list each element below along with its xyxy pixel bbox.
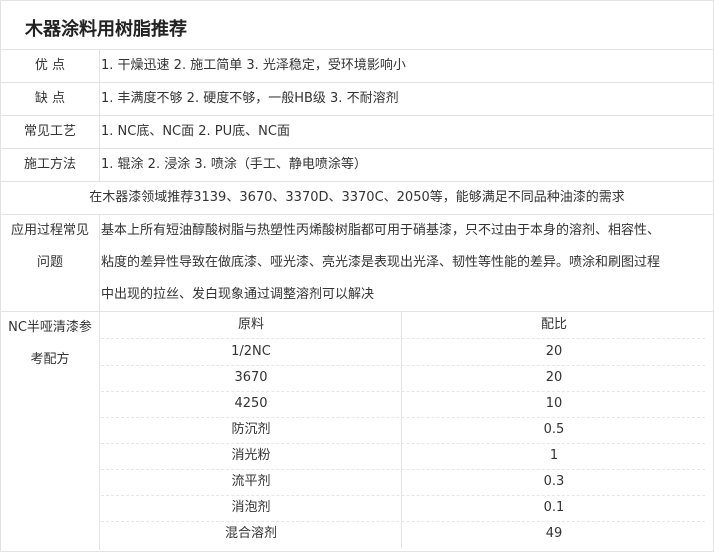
page-title: 木器涂料用树脂推荐 — [25, 19, 187, 40]
formula-header-row: 原料 配比 — [101, 312, 705, 338]
issues-line: 粘度的差异性导致在做底漆、哑光漆、亮光漆是表现出光泽、韧性等性能的差异。喷涂和刷… — [101, 255, 661, 270]
material-cell: 防沉剂 — [231, 422, 271, 437]
row-label-line: 问题 — [36, 255, 63, 270]
row-method: 施工方法 1. 辊涂 2. 浸涂 3. 喷涂（手工、静电喷涂等） — [1, 149, 713, 182]
row-label: 应用过程常见 问题 — [1, 215, 100, 311]
ratio-cell: 49 — [545, 526, 563, 541]
table-row: 消光粉 1 — [101, 443, 705, 469]
row-value: 基本上所有短油醇酸树脂与热塑性丙烯酸树脂都可用于硝基漆，只不过由于本身的溶剂、相… — [101, 215, 705, 311]
table-row: 消泡剂 0.1 — [101, 495, 705, 521]
table-row: 3670 20 — [101, 365, 705, 391]
row-formula: NC半哑清漆参 考配方 原料 配比 1/2NC 20 3670 20 4250 — [1, 312, 713, 550]
ratio-cell: 20 — [545, 370, 563, 385]
header-ratio: 配比 — [540, 317, 567, 332]
issues-line: 基本上所有短油醇酸树脂与热塑性丙烯酸树脂都可用于硝基漆，只不过由于本身的溶剂、相… — [101, 223, 661, 238]
title-bar: 木器涂料用树脂推荐 — [1, 1, 713, 50]
header-material: 原料 — [237, 317, 264, 332]
resin-recommendation-card: 木器涂料用树脂推荐 优 点 1. 干燥迅速 2. 施工简单 3. 光泽稳定，受环… — [0, 0, 714, 552]
row-value: 1. 丰满度不够 2. 硬度不够，一般HB级 3. 不耐溶剂 — [101, 91, 399, 106]
material-cell: 1/2NC — [231, 344, 271, 359]
row-label: 优 点 — [1, 50, 100, 82]
ratio-cell: 1 — [549, 448, 559, 463]
row-value: 1. 辊涂 2. 浸涂 3. 喷涂（手工、静电喷涂等） — [101, 157, 367, 172]
material-cell: 4250 — [234, 396, 268, 411]
ratio-cell: 20 — [545, 344, 563, 359]
row-issues: 应用过程常见 问题 基本上所有短油醇酸树脂与热塑性丙烯酸树脂都可用于硝基漆，只不… — [1, 215, 713, 312]
material-cell: 3670 — [234, 370, 268, 385]
row-label-line: 考配方 — [30, 352, 70, 367]
row-process: 常见工艺 1. NC底、NC面 2. PU底、NC面 — [1, 116, 713, 149]
table-row: 4250 10 — [101, 391, 705, 417]
material-cell: 消泡剂 — [231, 500, 271, 515]
ratio-cell: 10 — [545, 396, 563, 411]
recommend-text: 在木器漆领域推荐3139、3670、3370D、3370C、2050等，能够满足… — [89, 190, 625, 205]
row-label-line: 应用过程常见 — [10, 223, 89, 238]
row-label: NC半哑清漆参 考配方 — [1, 312, 100, 550]
ratio-cell: 0.5 — [543, 422, 565, 437]
row-label: 施工方法 — [1, 149, 100, 181]
row-label-line: NC半哑清漆参 — [8, 320, 92, 335]
table-row: 1/2NC 20 — [101, 339, 705, 365]
row-value: 1. 干燥迅速 2. 施工简单 3. 光泽稳定，受环境影响小 — [101, 58, 406, 73]
issues-line: 中出现的拉丝、发白现象通过调整溶剂可以解决 — [101, 287, 375, 302]
row-pros: 优 点 1. 干燥迅速 2. 施工简单 3. 光泽稳定，受环境影响小 — [1, 50, 713, 83]
material-cell: 消光粉 — [231, 448, 271, 463]
row-cons: 缺 点 1. 丰满度不够 2. 硬度不够，一般HB级 3. 不耐溶剂 — [1, 83, 713, 116]
row-recommend: 在木器漆领域推荐3139、3670、3370D、3370C、2050等，能够满足… — [1, 182, 713, 215]
table-row: 流平剂 0.3 — [101, 469, 705, 495]
material-cell: 混合溶剂 — [224, 526, 277, 541]
table-row: 防沉剂 0.5 — [101, 417, 705, 443]
row-value: 1. NC底、NC面 2. PU底、NC面 — [101, 124, 290, 139]
row-label: 缺 点 — [1, 83, 100, 115]
table-row: 混合溶剂 49 — [101, 521, 705, 547]
ratio-cell: 0.1 — [543, 500, 565, 515]
ratio-cell: 0.3 — [543, 474, 565, 489]
material-cell: 流平剂 — [231, 474, 271, 489]
row-label: 常见工艺 — [1, 116, 100, 148]
